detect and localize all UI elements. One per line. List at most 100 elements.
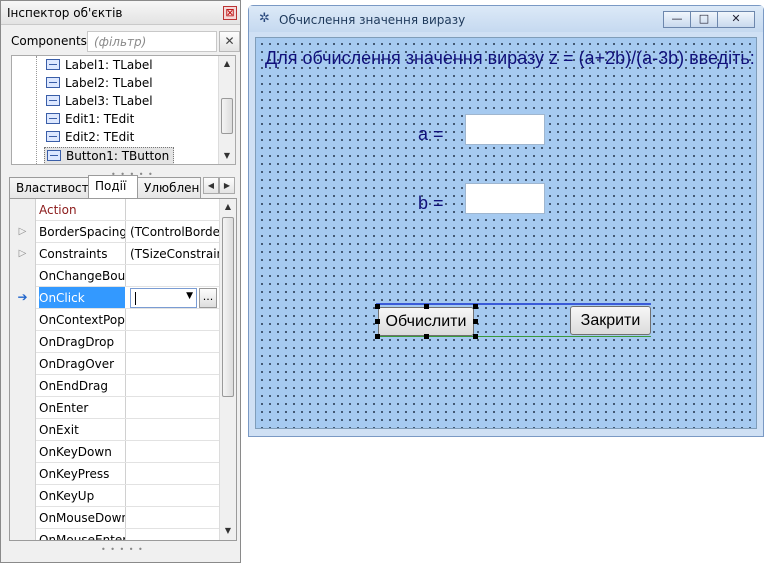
label1-heading[interactable]: Для обчислення значення виразу z = (a+2b… [265, 48, 755, 69]
tab-events[interactable]: Події [88, 175, 138, 198]
property-value[interactable] [125, 485, 220, 506]
label2-a[interactable]: a = [418, 124, 444, 145]
selection-handle[interactable] [473, 334, 478, 339]
event-handler-combo[interactable]: ▼ [130, 288, 197, 308]
scroll-thumb[interactable] [221, 98, 233, 134]
label3-b[interactable]: b = [418, 193, 444, 214]
grid-row[interactable]: ▷ BorderSpacing (TControlBorderSpacing) [10, 221, 220, 243]
property-value[interactable] [125, 331, 220, 352]
grid-row[interactable]: OnMouseDown [10, 507, 220, 529]
grid-row[interactable]: OnChangeBounds [10, 265, 220, 287]
tree-item[interactable]: Label1: TLabel [44, 57, 157, 75]
tree-item-label: Button1: TButton [66, 149, 170, 163]
row-gutter [10, 199, 36, 221]
tree-connector [36, 56, 37, 164]
property-name: OnChangeBounds [39, 269, 125, 283]
component-icon [47, 150, 61, 161]
expand-icon[interactable]: ▷ [10, 243, 36, 265]
tree-item[interactable]: Edit1: TEdit [44, 111, 138, 129]
property-value[interactable]: (TSizeConstraints) [125, 243, 220, 264]
grid-row[interactable]: OnKeyUp [10, 485, 220, 507]
grid-row[interactable]: OnEndDrag [10, 375, 220, 397]
current-row-arrow-icon: ➔ [10, 287, 36, 309]
tree-item[interactable]: Label2: TLabel [44, 75, 157, 93]
tab-right-icon[interactable]: ▶ [219, 177, 235, 194]
property-value[interactable] [125, 199, 220, 220]
close-icon[interactable]: ✕ [717, 11, 755, 28]
property-value[interactable] [125, 353, 220, 374]
property-value[interactable] [125, 309, 220, 330]
property-value[interactable] [125, 419, 220, 440]
form-client-area[interactable]: Для обчислення значення виразу z = (a+2b… [255, 37, 757, 429]
selection-handle[interactable] [473, 304, 478, 309]
grid-row-selected[interactable]: ➔ OnClick ▼ ... [10, 287, 220, 309]
tree-item-selected[interactable]: Button1: TButton [44, 147, 175, 164]
selection-handle[interactable] [375, 304, 380, 309]
property-value[interactable] [125, 507, 220, 528]
grid-row[interactable]: Action [10, 199, 220, 221]
property-value[interactable] [125, 441, 220, 462]
property-name: OnEndDrag [39, 379, 108, 393]
row-gutter [10, 419, 36, 441]
row-gutter [10, 331, 36, 353]
edit1-input[interactable] [465, 114, 545, 145]
selection-handle[interactable] [424, 304, 429, 309]
scroll-up-icon[interactable]: ▲ [220, 199, 236, 215]
grid-row[interactable]: OnDragOver [10, 353, 220, 375]
inspector-close-icon[interactable]: ⊠ [223, 6, 237, 20]
form-title-bar[interactable]: ✲ Обчислення значення виразу — □ ✕ [249, 6, 763, 32]
tree-item[interactable]: Label3: TLabel [44, 93, 157, 111]
grid-row[interactable]: OnKeyDown [10, 441, 220, 463]
grid-row[interactable]: ▷ Constraints (TSizeConstraints) [10, 243, 220, 265]
property-name: OnKeyDown [39, 445, 112, 459]
row-gutter [10, 529, 36, 540]
expand-icon[interactable]: ▷ [10, 221, 36, 243]
selection-handle[interactable] [375, 334, 380, 339]
ellipsis-button[interactable]: ... [199, 288, 217, 308]
grid-row[interactable]: OnEnter [10, 397, 220, 419]
filter-clear-icon[interactable]: ✕ [219, 31, 240, 52]
property-name: Action [39, 203, 77, 217]
selection-handle[interactable] [424, 334, 429, 339]
row-gutter [10, 485, 36, 507]
components-filter-input[interactable]: (фільтр) [87, 31, 217, 52]
events-grid[interactable]: Action ▷ BorderSpacing (TControlBorderSp… [9, 198, 237, 541]
components-row: Components (фільтр) ✕ [7, 31, 240, 53]
grid-row[interactable]: OnKeyPress [10, 463, 220, 485]
property-value[interactable] [125, 463, 220, 484]
grid-scrollbar[interactable]: ▲ ▼ [219, 199, 236, 540]
selection-handle[interactable] [375, 319, 380, 324]
tree-item[interactable]: Edit2: TEdit [44, 129, 138, 147]
tree-scrollbar[interactable]: ▲ ▼ [218, 56, 235, 164]
resize-grip[interactable]: • • • • • [101, 545, 144, 554]
scroll-down-icon[interactable]: ▼ [219, 148, 235, 164]
compute-button[interactable]: Обчислити [378, 307, 474, 336]
scroll-thumb[interactable] [222, 217, 234, 397]
scroll-down-icon[interactable]: ▼ [220, 523, 236, 539]
tab-properties[interactable]: Властивості [9, 177, 89, 198]
edit2-input[interactable] [465, 183, 545, 214]
dropdown-arrow-icon[interactable]: ▼ [186, 291, 193, 301]
minimize-icon[interactable]: — [663, 11, 691, 28]
grid-row[interactable]: OnExit [10, 419, 220, 441]
tab-left-icon[interactable]: ◀ [203, 177, 219, 194]
form-designer-window: ✲ Обчислення значення виразу — □ ✕ Для обч… [248, 5, 764, 437]
close-button[interactable]: Закрити [570, 306, 651, 335]
property-value[interactable] [125, 397, 220, 418]
grid-row[interactable]: OnMouseEnter [10, 529, 220, 540]
grid-row[interactable]: OnDragDrop [10, 331, 220, 353]
row-gutter [10, 507, 36, 529]
property-value[interactable] [125, 265, 220, 286]
selection-handle[interactable] [473, 319, 478, 324]
component-tree[interactable]: Label1: TLabel Label2: TLabel Label3: TL… [11, 55, 236, 165]
component-icon [46, 113, 60, 124]
tab-favorites[interactable]: Улюблені [137, 177, 201, 198]
row-gutter [10, 375, 36, 397]
property-value[interactable] [125, 529, 220, 540]
tree-item-label: Label2: TLabel [65, 76, 153, 90]
maximize-icon[interactable]: □ [690, 11, 718, 28]
property-value[interactable] [125, 375, 220, 396]
property-value[interactable]: (TControlBorderSpacing) [125, 221, 220, 242]
scroll-up-icon[interactable]: ▲ [219, 56, 235, 72]
grid-row[interactable]: OnContextPopup [10, 309, 220, 331]
